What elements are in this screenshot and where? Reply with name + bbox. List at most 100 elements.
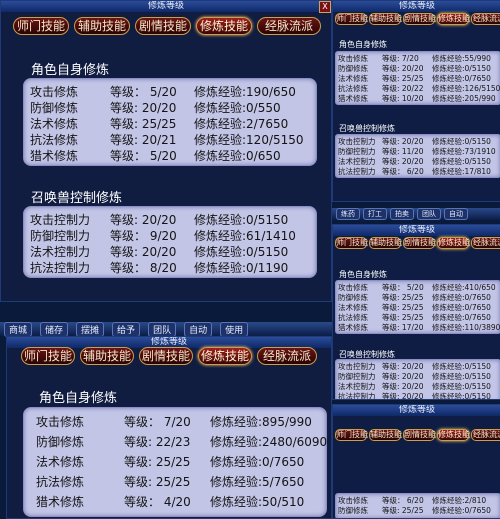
tab-bar: 师门技能 辅助技能 剧情技能 修炼技能 经脉流派: [335, 429, 500, 441]
skill-level: 等级: 22/23: [124, 435, 191, 449]
tab-story-skills[interactable]: 剧情技能: [139, 347, 193, 365]
tab-meridian-school[interactable]: 经脉流派: [471, 13, 500, 25]
pet-cultivation-box: 攻击控制力 等级: 20/20 修炼经验:0/5150 防御控制力 等级： 9/20 修…: [23, 206, 317, 278]
toolbar-store[interactable]: 储存: [40, 321, 69, 337]
char-cultivation-box: 攻击修炼 等级: 7/20 修炼经验:55/990 防御修炼 等级: 20/20 修炼经…: [335, 51, 500, 105]
tab-meridian-school[interactable]: 经脉流派: [257, 347, 317, 365]
skill-level: 等级: 20/20: [110, 101, 177, 115]
skill-exp: 修炼经验:0/7650: [210, 455, 305, 469]
skill-exp: 修炼经验:50/510: [210, 495, 305, 509]
tab-school-skills[interactable]: 师门技能: [335, 429, 368, 441]
skill-level: 等级: 20/21: [110, 133, 177, 147]
tab-meridian-school[interactable]: 经脉流派: [257, 17, 321, 35]
toolbar-item[interactable]: 拍卖: [390, 208, 414, 220]
toolbar-team[interactable]: 团队: [148, 321, 177, 337]
toolbar-use[interactable]: 使用: [220, 321, 249, 337]
skill-name: 防御修炼: [30, 101, 79, 115]
skill-exp: 修炼经验:2480/6090: [210, 435, 328, 449]
tab-story-skills[interactable]: 剧情技能: [403, 429, 436, 441]
skill-name: 抗法控制力: [30, 261, 91, 275]
pet-cultivation-box: 攻击控制力 等级: 20/20 修炼经验:0/5150 防御控制力 等级: 11/20…: [335, 134, 500, 178]
toolbar-stall[interactable]: 摆摊: [76, 321, 105, 337]
skill-exp: 修炼经验:120/5150: [194, 133, 304, 147]
window-title: 修炼等级: [333, 225, 500, 236]
toolbar-mall[interactable]: 商城: [4, 321, 33, 337]
tab-cultivation-skills[interactable]: 修炼技能: [437, 237, 470, 249]
char-cultivation-box: 攻击修炼 等级： 5/20 修炼经验:410/650 防御修炼 等级: 25/25 修炼…: [335, 280, 500, 334]
skill-level: 等级： 5/20: [110, 149, 177, 163]
tab-cultivation-skills[interactable]: 修炼技能: [196, 17, 252, 35]
tab-school-skills[interactable]: 师门技能: [13, 17, 69, 35]
window-title: 修炼等级: [1, 1, 331, 12]
tab-cultivation-skills[interactable]: 修炼技能: [198, 347, 252, 365]
toolbar-auto[interactable]: 自动: [184, 321, 213, 337]
skill-name: 攻击修炼: [30, 85, 79, 99]
skill-level: 等级： 9/20: [110, 229, 177, 243]
tab-school-skills[interactable]: 师门技能: [335, 237, 368, 249]
tab-meridian-school[interactable]: 经脉流派: [471, 237, 500, 249]
mini-toolbar: 练药 打工 拍卖 团队 自动: [332, 208, 500, 220]
tab-story-skills[interactable]: 剧情技能: [403, 13, 436, 25]
window-title: 修炼等级: [333, 1, 500, 12]
skill-exp: 修炼经验:895/990: [210, 415, 312, 429]
skill-exp: 修炼经验:190/650: [194, 85, 296, 99]
skill-level: 等级： 8/20: [110, 261, 177, 275]
skill-level: 等级: 25/25: [124, 475, 191, 489]
pet-cultivation-title: 召唤兽控制修炼: [31, 191, 123, 206]
toolbar-item[interactable]: 打工: [363, 208, 387, 220]
char-cultivation-box: 攻击修炼 等级： 5/20 修炼经验:190/650 防御修炼 等级: 20/20 修炼…: [23, 78, 317, 166]
skill-level: 等级: 20/20: [110, 245, 177, 259]
tab-cultivation-skills[interactable]: 修炼技能: [437, 429, 470, 441]
skill-level: 等级: 25/25: [124, 455, 191, 469]
skill-level: 等级： 7/20: [124, 415, 191, 429]
skill-name: 防御修炼: [338, 506, 368, 515]
close-icon[interactable]: X: [319, 1, 331, 13]
tab-assist-skills[interactable]: 辅助技能: [369, 429, 402, 441]
skill-name: 抗法修炼: [30, 133, 79, 147]
skill-name: 法术控制力: [30, 245, 91, 259]
skill-name: 猎术修炼: [338, 94, 368, 103]
tab-assist-skills[interactable]: 辅助技能: [80, 347, 134, 365]
skill-exp: 修炼经验:110/3890: [432, 323, 500, 332]
skill-level: 等级: 17/20: [382, 323, 424, 332]
skill-exp: 修炼经验:0/5150: [432, 392, 491, 400]
skill-level: 等级： 5/20: [110, 85, 177, 99]
tab-story-skills[interactable]: 剧情技能: [135, 17, 191, 35]
skill-exp: 修炼经验:61/1410: [194, 229, 296, 243]
tab-assist-skills[interactable]: 辅助技能: [369, 13, 402, 25]
tab-meridian-school[interactable]: 经脉流派: [471, 429, 500, 441]
tab-school-skills[interactable]: 师门技能: [335, 13, 368, 25]
skill-exp: 修炼经验:0/5150: [194, 245, 289, 259]
char-cultivation-title: 角色自身修炼: [339, 40, 387, 49]
skill-level: 等级: 20/20: [110, 213, 177, 227]
tab-school-skills[interactable]: 师门技能: [21, 347, 75, 365]
toolbar-item[interactable]: 练药: [336, 208, 360, 220]
tab-story-skills[interactable]: 剧情技能: [403, 237, 436, 249]
tab-bar: 师门技能 辅助技能 剧情技能 修炼技能 经脉流派: [13, 17, 321, 35]
tab-bar: 师门技能 辅助技能 剧情技能 修炼技能 经脉流派: [335, 237, 500, 249]
cultivation-window-1: 修炼等级 师门技能 辅助技能 剧情技能 修炼技能 经脉流派 X 角色自身修炼 攻…: [0, 0, 332, 302]
cultivation-window-small-2: 修炼等级 师门技能 辅助技能 剧情技能 修炼技能 经脉流派 角色自身修炼 攻击修…: [332, 224, 500, 400]
toolbar-give[interactable]: 给予: [112, 321, 141, 337]
skill-name: 抗法控制力: [338, 167, 376, 176]
skill-level: 等级: 25/25: [110, 117, 177, 131]
skill-name: 攻击控制力: [30, 213, 91, 227]
skill-exp: 修炼经验:5/7650: [210, 475, 305, 489]
skill-level: 等级: 10/20: [382, 94, 424, 103]
tab-assist-skills[interactable]: 辅助技能: [74, 17, 130, 35]
pet-cultivation-title: 召唤兽控制修炼: [339, 124, 395, 133]
skill-exp: 修炼经验:0/650: [194, 149, 281, 163]
toolbar-item[interactable]: 团队: [417, 208, 441, 220]
skill-name: 法术修炼: [30, 117, 79, 131]
char-cultivation-title: 角色自身修炼: [339, 270, 387, 279]
tab-assist-skills[interactable]: 辅助技能: [369, 237, 402, 249]
skill-level: 等级: 20/20: [382, 392, 424, 400]
skill-exp: 修炼经验:0/7650: [432, 506, 491, 515]
game-toolbar: 商城 储存 摆摊 给予 团队 自动 使用: [0, 321, 338, 337]
skill-exp: 修炼经验:17/810: [432, 167, 491, 176]
tab-cultivation-skills[interactable]: 修炼技能: [437, 13, 470, 25]
char-cultivation-box: 攻击修炼 等级： 7/20 修炼经验:895/990 防御修炼 等级: 22/23 修炼…: [23, 407, 327, 517]
char-cultivation-box: 攻击修炼 等级： 6/20 修炼经验:2/810 防御修炼 等级: 25/25 修炼经验…: [335, 493, 500, 518]
skill-name: 防御修炼: [36, 435, 85, 449]
toolbar-item[interactable]: 自动: [444, 208, 468, 220]
